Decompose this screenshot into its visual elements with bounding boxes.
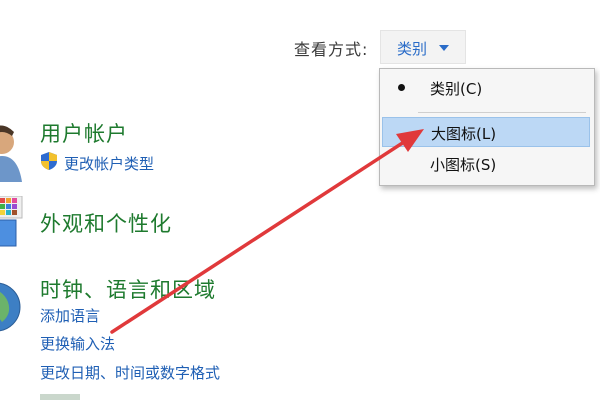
menu-item-label: 小图标(S) <box>430 156 497 174</box>
chevron-down-icon <box>439 45 449 51</box>
appearance-icon[interactable] <box>0 195 24 252</box>
link-change-date-time-format[interactable]: 更改日期、时间或数字格式 <box>40 362 220 383</box>
category-title-appearance[interactable]: 外观和个性化 <box>40 208 172 238</box>
menu-item-label: 大图标(L) <box>431 125 497 143</box>
link-change-input-method[interactable]: 更换输入法 <box>40 333 115 354</box>
category-title-user-accounts[interactable]: 用户帐户 <box>40 118 128 148</box>
view-by-label: 查看方式: <box>294 40 369 59</box>
next-category-title-cutoff <box>40 394 80 400</box>
globe-icon[interactable] <box>0 274 24 340</box>
user-accounts-icon[interactable] <box>0 122 24 182</box>
view-by-menu: 类别(C) 大图标(L) 小图标(S) <box>379 68 595 186</box>
category-title-clock-language-region[interactable]: 时钟、语言和区域 <box>40 274 216 304</box>
menu-item-large-icons[interactable]: 大图标(L) <box>382 117 590 147</box>
menu-item-small-icons[interactable]: 小图标(S) <box>382 149 590 179</box>
menu-separator <box>418 112 586 113</box>
radio-check-icon <box>398 84 405 91</box>
link-change-account-type[interactable]: 更改帐户类型 <box>64 153 154 174</box>
view-by-selected-value: 类别 <box>397 40 428 58</box>
menu-item-category[interactable]: 类别(C) <box>382 73 590 103</box>
uac-shield-icon <box>40 151 58 171</box>
menu-item-label: 类别(C) <box>430 80 483 98</box>
view-by-dropdown[interactable]: 类别 <box>380 30 466 64</box>
link-add-language[interactable]: 添加语言 <box>40 305 100 326</box>
